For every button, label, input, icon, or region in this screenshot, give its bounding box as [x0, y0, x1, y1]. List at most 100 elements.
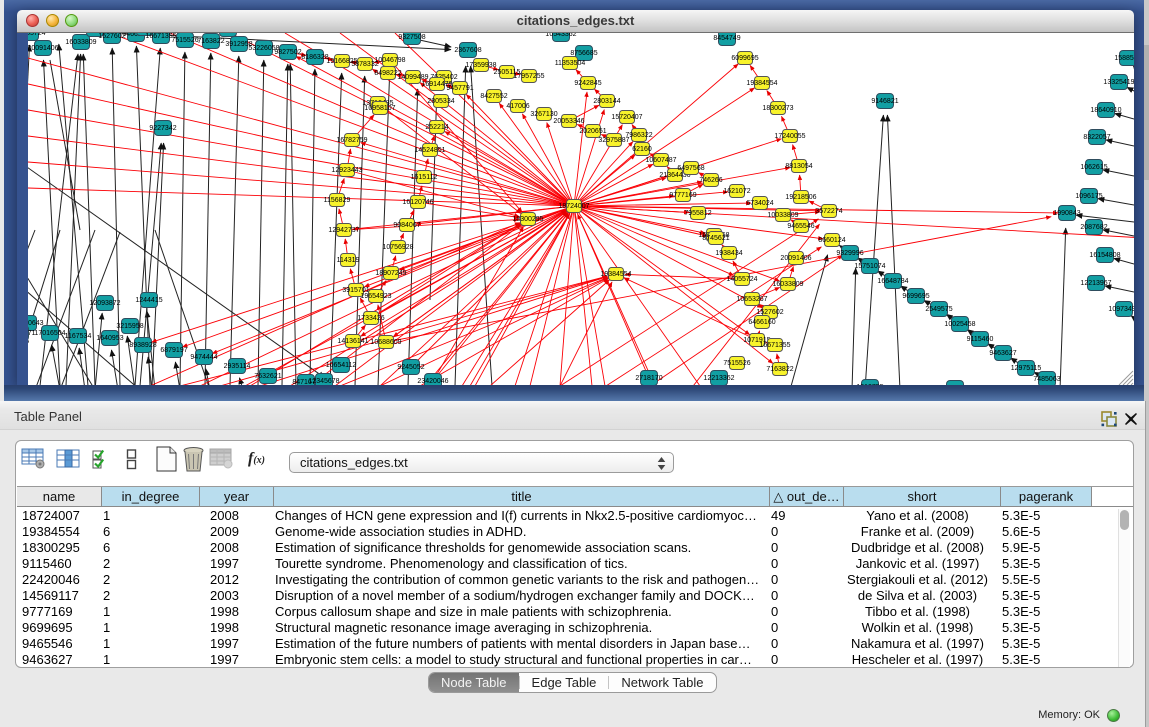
svg-text:12213362: 12213362: [703, 375, 734, 382]
svg-text:9146821: 9146821: [871, 98, 898, 105]
svg-text:12975115: 12975115: [1011, 365, 1042, 372]
svg-text:18907249: 18907249: [375, 270, 406, 277]
svg-text:10958107: 10958107: [364, 105, 395, 112]
svg-text:12942737: 12942737: [328, 227, 359, 234]
svg-text:17359938: 17359938: [465, 62, 496, 69]
svg-text:14055724: 14055724: [726, 276, 757, 283]
svg-text:9699695: 9699695: [902, 293, 929, 300]
svg-text:14136141: 14136141: [337, 338, 368, 345]
svg-text:7955812: 7955812: [684, 210, 711, 217]
svg-text:7163822: 7163822: [766, 366, 793, 373]
svg-text:9227342: 9227342: [149, 125, 176, 132]
svg-text:17957255: 17957255: [513, 73, 544, 80]
svg-text:9329996: 9329996: [836, 250, 863, 257]
svg-text:10756928: 10756928: [382, 244, 413, 251]
svg-text:10607487: 10607487: [645, 157, 676, 164]
svg-text:2367608: 2367608: [454, 47, 481, 54]
svg-text:9777169: 9777169: [669, 192, 696, 199]
svg-text:20053346: 20053346: [553, 118, 584, 125]
svg-text:1244415: 1244415: [135, 297, 162, 304]
svg-text:8322057: 8322057: [1083, 134, 1110, 141]
svg-text:1588520: 1588520: [1114, 55, 1134, 62]
svg-text:8454749: 8454749: [713, 35, 740, 42]
svg-text:16671355: 16671355: [759, 342, 790, 349]
svg-text:2718170: 2718170: [635, 375, 662, 382]
svg-text:23420046: 23420046: [417, 378, 448, 385]
svg-text:19384554: 19384554: [746, 80, 777, 87]
svg-text:2549575: 2549575: [925, 306, 952, 313]
svg-text:16033809: 16033809: [65, 39, 96, 46]
svg-text:7163822: 7163822: [197, 38, 224, 45]
svg-text:15751074: 15751074: [854, 263, 885, 270]
svg-text:3572274: 3572274: [815, 208, 842, 215]
svg-text:10973493: 10973493: [1108, 306, 1134, 313]
svg-text:18724007: 18724007: [558, 203, 589, 210]
svg-text:1167534: 1167534: [65, 333, 92, 340]
svg-text:2087682: 2087682: [1080, 224, 1107, 231]
svg-text:1615112: 1615112: [411, 174, 438, 181]
svg-text:252214: 252214: [425, 124, 448, 131]
svg-text:19384554: 19384554: [600, 271, 631, 278]
svg-text:3267130: 3267130: [530, 111, 557, 118]
svg-text:3215958: 3215958: [116, 323, 143, 330]
svg-text:20091406: 20091406: [780, 255, 811, 262]
svg-text:8938928: 8938928: [129, 342, 156, 349]
svg-text:6099695: 6099695: [731, 55, 758, 62]
svg-text:12923443: 12923443: [331, 167, 362, 174]
svg-text:8660124: 8660124: [818, 237, 845, 244]
svg-text:18300295: 18300295: [512, 216, 543, 223]
svg-text:12213967: 12213967: [1080, 280, 1111, 287]
svg-text:15720407: 15720407: [611, 114, 642, 121]
svg-text:19218506: 19218506: [785, 194, 816, 201]
svg-text:10025458: 10025458: [944, 321, 975, 328]
svg-text:16154808: 16154808: [1089, 252, 1120, 259]
svg-text:11353504: 11353504: [555, 60, 586, 67]
svg-text:8427552: 8427552: [480, 93, 507, 100]
svg-text:14055724: 14055724: [28, 33, 46, 37]
svg-text:16210643: 16210643: [28, 320, 44, 327]
svg-text:9115460: 9115460: [967, 336, 994, 343]
svg-text:10046798: 10046798: [374, 57, 405, 64]
svg-text:9474444: 9474444: [190, 354, 217, 361]
svg-text:16120746: 16120746: [402, 199, 433, 206]
svg-text:16648784: 16648784: [877, 278, 908, 285]
svg-text:18640910: 18640910: [1090, 107, 1121, 114]
svg-text:9463627: 9463627: [989, 350, 1016, 357]
svg-text:16033809: 16033809: [772, 281, 803, 288]
svg-text:9465546: 9465546: [787, 223, 814, 230]
svg-text:9242845: 9242845: [574, 80, 601, 87]
svg-text:1938434: 1938434: [715, 250, 742, 257]
svg-text:7632621: 7632621: [254, 373, 281, 380]
svg-text:417006: 417006: [506, 103, 529, 110]
svg-text:2935114: 2935114: [224, 363, 251, 370]
svg-text:62160: 62160: [632, 146, 652, 153]
svg-text:10543362: 10543362: [545, 33, 576, 38]
svg-text:14524851: 14524851: [414, 147, 445, 154]
svg-text:17016504: 17016504: [34, 330, 65, 337]
svg-text:13325419: 13325419: [1103, 79, 1134, 86]
svg-text:1062615: 1062615: [1080, 164, 1107, 171]
svg-text:10033809: 10033809: [767, 212, 798, 219]
svg-text:7515526: 7515526: [171, 37, 198, 44]
svg-text:12345678: 12345678: [308, 378, 339, 385]
svg-text:1156829: 1156829: [324, 197, 351, 204]
svg-text:12093872: 12093872: [89, 300, 120, 307]
svg-text:1733426: 1733426: [357, 315, 384, 322]
svg-text:746266: 746266: [699, 177, 722, 184]
svg-text:17240055: 17240055: [774, 133, 805, 140]
svg-text:2020651: 2020651: [579, 128, 606, 135]
svg-text:8745621: 8745621: [702, 235, 729, 242]
svg-text:9327508: 9327508: [398, 34, 425, 41]
svg-text:6879197: 6879197: [160, 347, 187, 354]
svg-text:14099489: 14099489: [397, 74, 428, 81]
svg-text:114319: 114319: [337, 257, 360, 264]
svg-text:8813054: 8813054: [785, 163, 812, 170]
svg-text:6466160: 6466160: [748, 319, 775, 326]
svg-text:1640953: 1640953: [96, 335, 123, 342]
svg-text:1621072: 1621072: [723, 188, 750, 195]
svg-text:9827502: 9827502: [274, 49, 301, 56]
svg-text:9245052: 9245052: [397, 364, 424, 371]
svg-text:1990843: 1990843: [1053, 210, 1080, 217]
svg-text:7986322: 7986322: [625, 132, 652, 139]
svg-text:9084067: 9084067: [393, 222, 420, 229]
